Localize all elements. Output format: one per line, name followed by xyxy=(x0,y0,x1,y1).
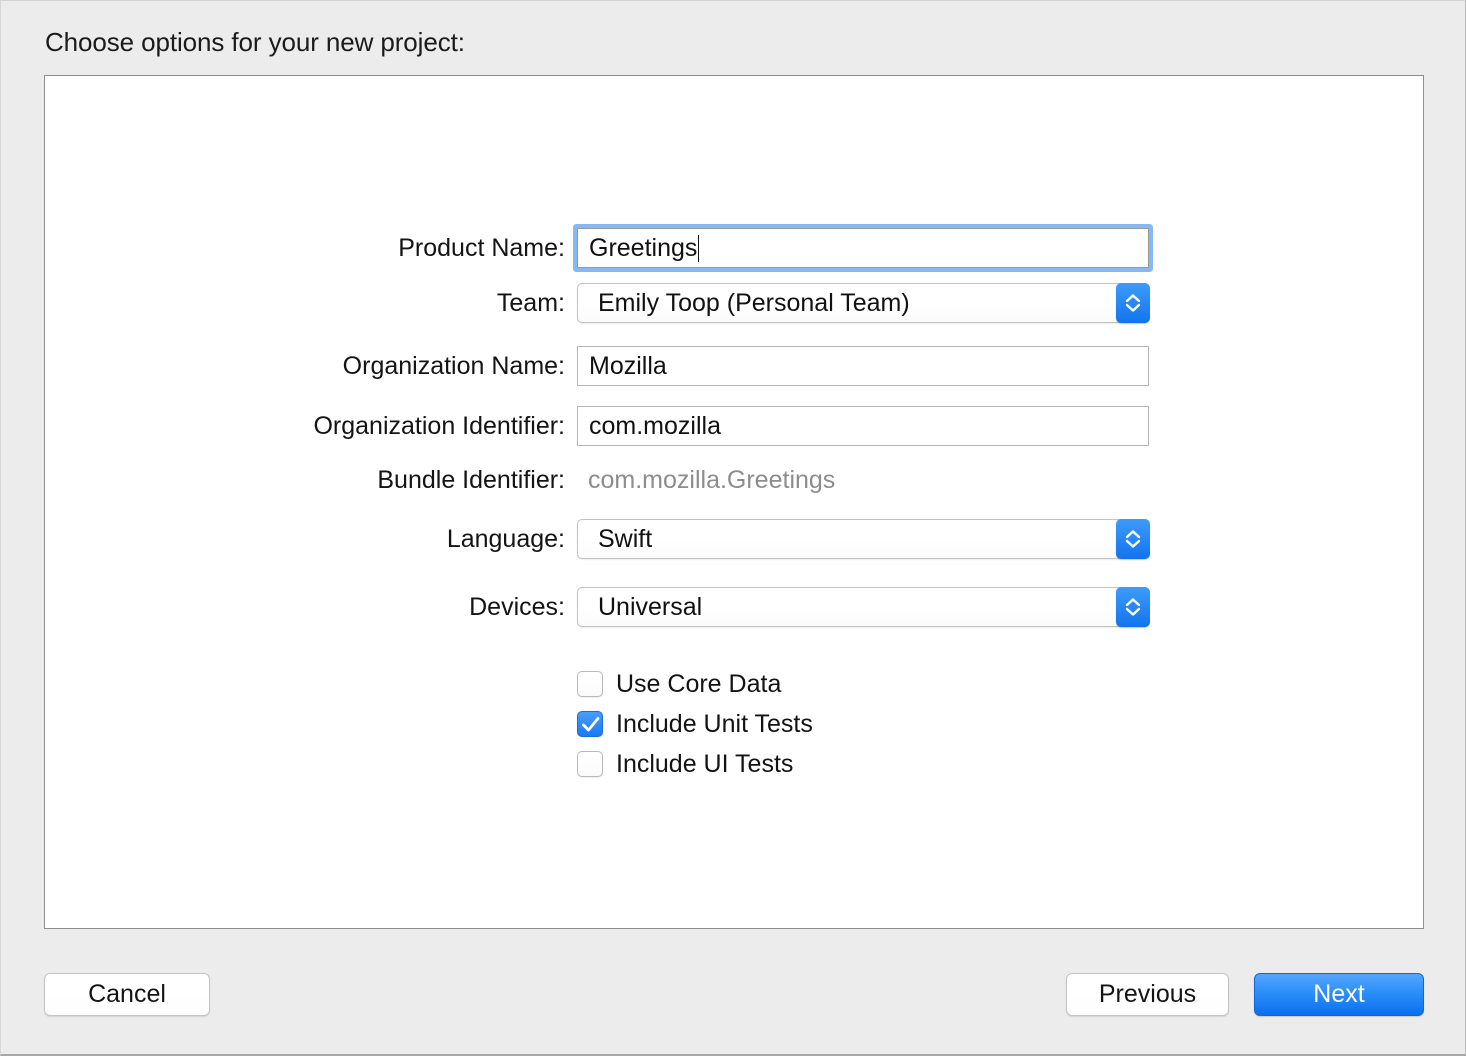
form-row-organization-identifier: Organization Identifier: com.mozilla xyxy=(45,406,1423,446)
form-row-language: Language: Swift xyxy=(45,519,1423,559)
chevron-updown-icon[interactable] xyxy=(1116,587,1150,627)
checkbox-box[interactable] xyxy=(577,751,603,777)
checkbox-use-core-data[interactable]: Use Core Data xyxy=(577,666,781,702)
checkbox-include-unit-tests[interactable]: Include Unit Tests xyxy=(577,706,813,742)
product-name-value: Greetings xyxy=(589,234,698,262)
form-row-team: Team: Emily Toop (Personal Team) xyxy=(45,283,1423,323)
cancel-button[interactable]: Cancel xyxy=(44,973,210,1016)
team-select[interactable]: Emily Toop (Personal Team) xyxy=(577,283,1150,323)
checkbox-label: Use Core Data xyxy=(616,669,782,698)
label-bundle-identifier: Bundle Identifier: xyxy=(377,466,565,494)
label-product-name: Product Name: xyxy=(398,234,565,262)
next-button[interactable]: Next xyxy=(1254,973,1424,1016)
chevron-updown-icon[interactable] xyxy=(1116,519,1150,559)
bundle-identifier-value: com.mozilla.Greetings xyxy=(588,466,836,494)
devices-value: Universal xyxy=(598,593,703,621)
label-language: Language: xyxy=(446,525,565,553)
checkbox-label: Include UI Tests xyxy=(616,749,794,778)
organization-name-value: Mozilla xyxy=(589,352,667,380)
form-row-product-name: Product Name: Greetings xyxy=(45,228,1423,268)
team-value: Emily Toop (Personal Team) xyxy=(598,289,910,317)
label-devices: Devices: xyxy=(469,593,565,621)
product-name-input[interactable]: Greetings xyxy=(577,228,1149,268)
label-organization-name: Organization Name: xyxy=(342,352,565,380)
form-row-bundle-identifier: Bundle Identifier: com.mozilla.Greetings xyxy=(45,460,1423,500)
label-team: Team: xyxy=(496,289,565,317)
checkbox-box[interactable] xyxy=(577,671,603,697)
previous-button[interactable]: Previous xyxy=(1066,973,1229,1016)
devices-select[interactable]: Universal xyxy=(577,587,1150,627)
organization-identifier-input[interactable]: com.mozilla xyxy=(577,406,1149,446)
checkbox-include-ui-tests[interactable]: Include UI Tests xyxy=(577,746,793,782)
form-row-devices: Devices: Universal xyxy=(45,587,1423,627)
language-select[interactable]: Swift xyxy=(577,519,1150,559)
chevron-updown-icon[interactable] xyxy=(1116,283,1150,323)
options-panel: Product Name: Greetings Team: Emily Toop… xyxy=(44,75,1424,929)
organization-name-input[interactable]: Mozilla xyxy=(577,346,1149,386)
language-value: Swift xyxy=(598,525,653,553)
page-title: Choose options for your new project: xyxy=(45,27,465,57)
form-row-organization-name: Organization Name: Mozilla xyxy=(45,346,1423,386)
new-project-options-dialog: Choose options for your new project: Pro… xyxy=(0,0,1466,1056)
label-organization-identifier: Organization Identifier: xyxy=(313,412,565,440)
checkbox-label: Include Unit Tests xyxy=(616,709,813,738)
organization-identifier-value: com.mozilla xyxy=(589,412,721,440)
text-caret xyxy=(698,235,700,262)
checkbox-box[interactable] xyxy=(577,711,603,737)
